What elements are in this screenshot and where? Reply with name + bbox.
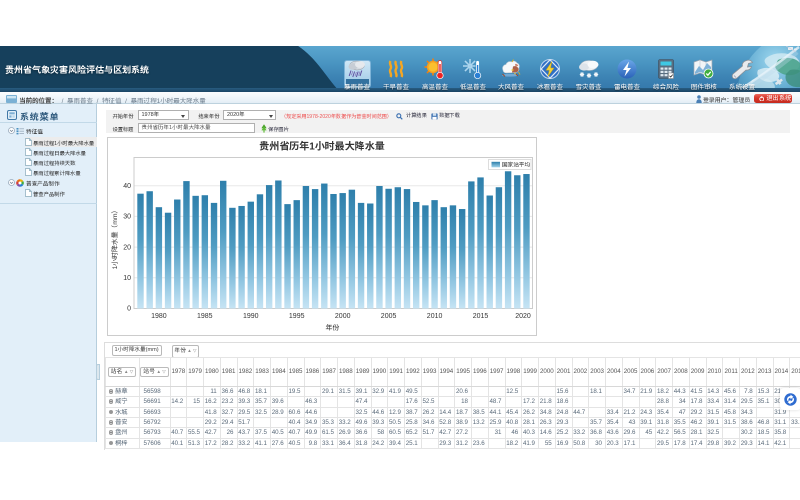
svg-text:20: 20	[123, 244, 131, 251]
svg-text:2000: 2000	[334, 313, 350, 320]
svg-text:2020: 2020	[515, 313, 531, 320]
svg-text:2005: 2005	[380, 313, 396, 320]
svg-text:0: 0	[127, 305, 131, 312]
svg-text:1985: 1985	[197, 313, 213, 320]
svg-text:2010: 2010	[426, 313, 442, 320]
svg-text:贵州省历年1小时最大降水量: 贵州省历年1小时最大降水量	[259, 140, 386, 152]
svg-text:1980: 1980	[151, 313, 167, 320]
svg-text:30: 30	[123, 213, 131, 220]
svg-text:40: 40	[123, 182, 131, 189]
svg-text:1小时降水量（mm）: 1小时降水量（mm）	[111, 206, 119, 269]
svg-text:10: 10	[123, 275, 131, 282]
svg-text:国家站平均: 国家站平均	[502, 160, 530, 168]
svg-text:1995: 1995	[288, 313, 304, 320]
svg-text:2015: 2015	[472, 313, 488, 320]
svg-text:1990: 1990	[243, 313, 259, 320]
svg-text:年份: 年份	[325, 323, 339, 332]
